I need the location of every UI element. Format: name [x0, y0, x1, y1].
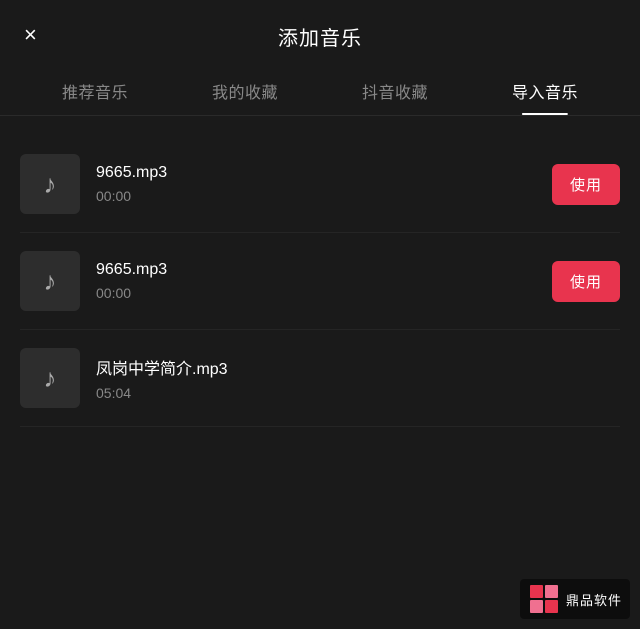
- tab-douyin-collection[interactable]: 抖音收藏: [362, 79, 428, 115]
- music-info-3: 凤岗中学简介.mp3 05:04: [96, 355, 620, 401]
- music-info-1: 9665.mp3 00:00: [96, 164, 552, 204]
- header-title: 添加音乐: [278, 22, 362, 51]
- music-info-2: 9665.mp3 00:00: [96, 261, 552, 301]
- music-duration-3: 05:04: [96, 385, 620, 401]
- tabs-bar: 推荐音乐 我的收藏 抖音收藏 导入音乐: [0, 69, 640, 116]
- music-item-3: ♪ 凤岗中学简介.mp3 05:04: [20, 330, 620, 427]
- music-name-2: 9665.mp3: [96, 261, 552, 279]
- use-button-1[interactable]: 使用: [552, 164, 620, 205]
- music-thumb-2: ♪: [20, 251, 80, 311]
- music-thumb-1: ♪: [20, 154, 80, 214]
- music-duration-2: 00:00: [96, 285, 552, 301]
- music-list: ♪ 9665.mp3 00:00 使用 ♪ 9665.mp3 00:00 使用 …: [0, 116, 640, 427]
- watermark-label: 鼎品软件: [566, 590, 622, 609]
- tab-recommend[interactable]: 推荐音乐: [62, 79, 128, 115]
- music-item-2: ♪ 9665.mp3 00:00 使用: [20, 233, 620, 330]
- music-note-icon-2: ♪: [44, 266, 57, 297]
- use-button-2[interactable]: 使用: [552, 261, 620, 302]
- music-item-1: ♪ 9665.mp3 00:00 使用: [20, 136, 620, 233]
- music-note-icon-3: ♪: [44, 363, 57, 394]
- music-name-3: 凤岗中学简介.mp3: [96, 355, 620, 379]
- close-button[interactable]: ×: [24, 24, 37, 46]
- tab-my-collection[interactable]: 我的收藏: [212, 79, 278, 115]
- watermark-logo: [528, 583, 560, 615]
- music-name-1: 9665.mp3: [96, 164, 552, 182]
- header: × 添加音乐: [0, 0, 640, 69]
- tab-import[interactable]: 导入音乐: [512, 79, 578, 115]
- music-note-icon: ♪: [44, 169, 57, 200]
- watermark: 鼎品软件: [520, 579, 630, 619]
- music-thumb-3: ♪: [20, 348, 80, 408]
- music-duration-1: 00:00: [96, 188, 552, 204]
